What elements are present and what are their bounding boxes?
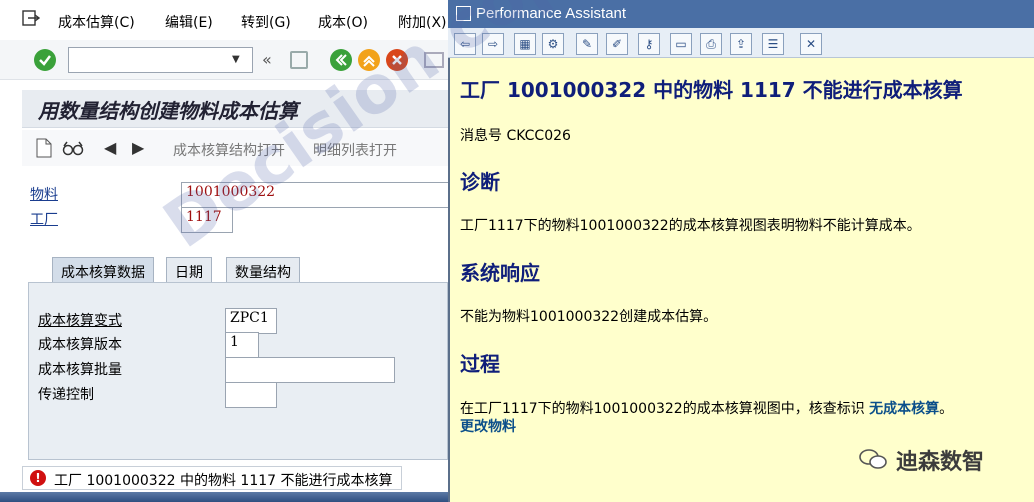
menu-item-edit[interactable]: 编辑(E) (165, 12, 213, 32)
save-icon[interactable] (290, 51, 308, 69)
pa-procedure-text: 在工厂1117下的物料1001000322的成本核算视图中，核查标识 (460, 401, 865, 417)
pa-system-response-text: 不能为物料1001000322创建成本估算。 (460, 309, 718, 325)
costing-version-label: 成本核算版本 (38, 337, 122, 353)
pa-procedure-title: 过程 (460, 352, 500, 376)
pa-procedure-end: 。 (939, 401, 954, 417)
costing-version-field[interactable]: 1 (225, 332, 259, 358)
costing-variant-field[interactable]: ZPC1 (225, 308, 277, 334)
no-costing-link[interactable]: 无成本核算 (869, 401, 939, 417)
pa-pencil-icon[interactable]: ✐ (606, 33, 628, 55)
change-material-link[interactable]: 更改物料 (460, 416, 516, 436)
display-glasses-icon[interactable] (62, 140, 84, 156)
pa-print-icon[interactable]: ⎙ (700, 33, 722, 55)
new-document-icon[interactable] (36, 138, 52, 158)
costing-lot-size-label: 成本核算批量 (38, 362, 122, 378)
menu-item-cost[interactable]: 成本(O) (318, 12, 368, 32)
pa-technical-info-icon[interactable]: ⚙ (542, 33, 564, 55)
costing-variant-label: 成本核算变式 (38, 313, 122, 329)
next-icon[interactable]: ▶ (132, 138, 144, 157)
pa-list-icon[interactable]: ☰ (762, 33, 784, 55)
error-icon: ! (30, 470, 46, 486)
menu-item-goto[interactable]: 转到(G) (241, 12, 291, 32)
status-message[interactable]: 工厂 1001000322 中的物料 1117 不能进行成本核算 (54, 470, 393, 490)
material-label: 物料 (30, 187, 58, 203)
command-field[interactable] (68, 47, 253, 73)
chevron-down-icon[interactable]: ▼ (232, 54, 246, 66)
enter-icon[interactable] (34, 49, 56, 71)
page-title: 用数量结构创建物料成本估算 (38, 99, 298, 123)
costing-lot-size-field[interactable] (225, 357, 395, 383)
wechat-icon (859, 449, 887, 469)
pa-procedure-line: 在工厂1117下的物料1001000322的成本核算视图中，核查标识 无成本核算… (460, 398, 953, 418)
pa-system-response-title: 系统响应 (460, 261, 540, 285)
pa-screen-icon[interactable]: ▭ (670, 33, 692, 55)
wechat-account-name: 迪森数智 (896, 450, 985, 475)
pa-message-number: 消息号 CKCC026 (460, 128, 571, 144)
pa-diagnosis-title: 诊断 (460, 170, 500, 194)
menu-item-costing[interactable]: 成本估算(C) (58, 12, 135, 32)
pa-edit-icon[interactable]: ✎ (576, 33, 598, 55)
transfer-control-label: 传递控制 (38, 387, 94, 403)
collapse-icon[interactable]: « (262, 50, 272, 69)
pa-key-icon[interactable]: ⚷ (638, 33, 660, 55)
previous-icon[interactable]: ◀ (104, 138, 116, 157)
exit-menu-icon[interactable] (22, 10, 40, 26)
pa-heading: 工厂 1001000322 中的物料 1117 不能进行成本核算 (460, 78, 963, 102)
pa-export-icon[interactable]: ⇪ (730, 33, 752, 55)
window-bottom-border (0, 492, 450, 502)
pa-close-icon[interactable]: ✕ (800, 33, 822, 55)
transfer-control-field[interactable] (225, 382, 277, 408)
menu-bar: 成本估算(C) 编辑(E) 转到(G) 成本(O) 附加(X) (0, 0, 450, 40)
plant-label: 工厂 (30, 212, 58, 228)
pa-diagnosis-text: 工厂1117下的物料1001000322的成本核算视图表明物料不能计算成本。 (460, 218, 921, 234)
